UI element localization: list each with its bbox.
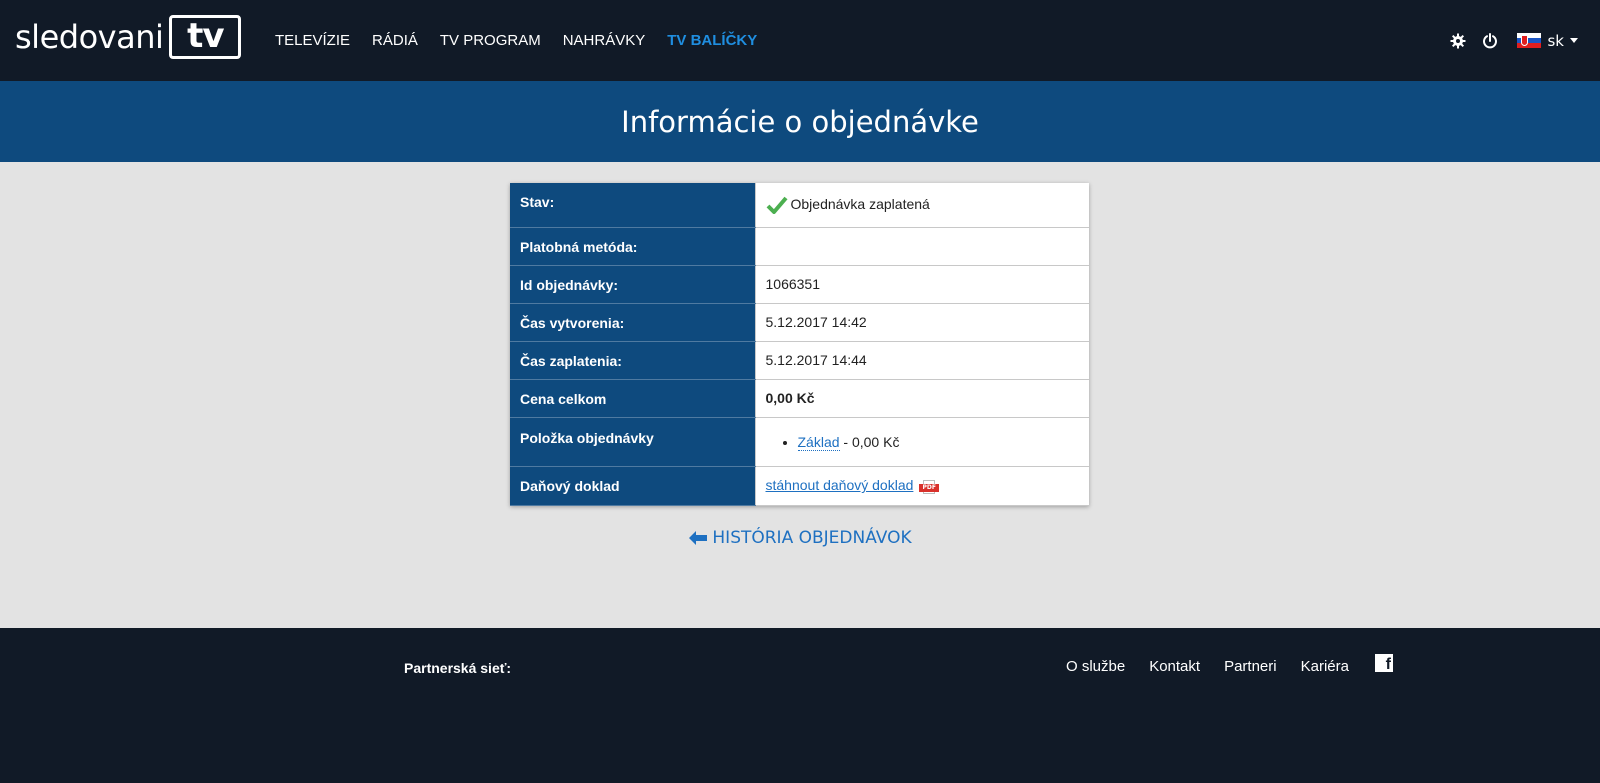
footer: Partnerská sieť: O službe Kontakt Partne… xyxy=(0,628,1600,783)
gear-icon[interactable] xyxy=(1443,26,1473,56)
footer-link-about[interactable]: O službe xyxy=(1066,658,1125,675)
row-value-order-id: 1066351 xyxy=(754,265,1089,304)
table-row: Daňový doklad stáhnout daňový doklad PDF xyxy=(510,466,1089,506)
footer-link-partners[interactable]: Partneri xyxy=(1224,658,1277,675)
facebook-icon[interactable]: f xyxy=(1374,653,1393,673)
table-row: Čas vytvorenia: 5.12.2017 14:42 xyxy=(510,303,1089,342)
nav-item-tv-program[interactable]: TV PROGRAM xyxy=(440,32,541,49)
footer-link-contact[interactable]: Kontakt xyxy=(1149,658,1200,675)
row-label-payment-method: Platobná metóda: xyxy=(510,227,755,266)
order-status: Objednávka zaplatená xyxy=(790,195,930,212)
back-link-container: HISTÓRIA OBJEDNÁVOK xyxy=(0,528,1600,550)
language-code: sk xyxy=(1547,31,1564,50)
arrow-left-icon xyxy=(689,531,708,545)
nav-item-tv-balicky[interactable]: TV BALÍČKY xyxy=(667,32,757,49)
table-row: Platobná metóda: xyxy=(510,227,1089,266)
language-selector[interactable]: sk xyxy=(1547,32,1578,50)
row-value-paid: 5.12.2017 14:44 xyxy=(754,341,1089,380)
row-label-created: Čas vytvorenia: xyxy=(510,303,755,342)
row-label-total: Cena celkom xyxy=(510,379,755,418)
order-items-list: Základ - 0,00 Kč xyxy=(766,433,1080,451)
page-title: Informácie o objednávke xyxy=(621,104,979,139)
row-value-total: 0,00 Kč xyxy=(754,379,1089,418)
row-label-paid: Čas zaplatenia: xyxy=(510,341,755,380)
order-history-label: HISTÓRIA OBJEDNÁVOK xyxy=(712,528,912,548)
chevron-down-icon xyxy=(1570,38,1578,43)
nav-item-nahravky[interactable]: NAHRÁVKY xyxy=(563,32,646,49)
nav-item-radia[interactable]: RÁDIÁ xyxy=(372,32,418,49)
row-label-order-item: Položka objednávky xyxy=(510,417,755,467)
order-item-price: - 0,00 Kč xyxy=(839,433,900,450)
title-band: Informácie o objednávke xyxy=(0,81,1600,162)
logo[interactable]: sledovani tv xyxy=(15,15,242,59)
main-nav: TELEVÍZIE RÁDIÁ TV PROGRAM NAHRÁVKY TV B… xyxy=(275,0,779,81)
checkmark-icon xyxy=(766,196,788,214)
partner-network-label: Partnerská sieť: xyxy=(404,660,512,676)
row-value-payment-method xyxy=(754,227,1089,266)
logo-text: sledovani xyxy=(15,18,164,56)
table-row: Položka objednávky Základ - 0,00 Kč xyxy=(510,417,1089,467)
power-icon[interactable] xyxy=(1475,26,1505,56)
slovak-flag-icon[interactable] xyxy=(1517,32,1542,49)
top-navbar: sledovani tv TELEVÍZIE RÁDIÁ TV PROGRAM … xyxy=(0,0,1600,81)
row-value-order-item: Základ - 0,00 Kč xyxy=(754,417,1089,467)
table-row: Čas zaplatenia: 5.12.2017 14:44 xyxy=(510,341,1089,380)
download-tax-document-link[interactable]: stáhnout daňový doklad xyxy=(766,477,914,493)
table-row: Cena celkom 0,00 Kč xyxy=(510,379,1089,418)
logo-tv-box: tv xyxy=(169,15,242,59)
order-info-table: Stav: Objednávka zaplatená Platobná metó… xyxy=(510,183,1089,506)
row-label-stav: Stav: xyxy=(510,183,755,228)
row-label-tax-document: Daňový doklad xyxy=(510,466,755,506)
top-right-controls: sk xyxy=(1441,0,1578,81)
row-value-tax-document: stáhnout daňový doklad PDF xyxy=(754,466,1089,506)
footer-links: O službe Kontakt Partneri Kariéra f xyxy=(1066,653,1393,675)
row-value-created: 5.12.2017 14:42 xyxy=(754,303,1089,342)
order-history-link[interactable]: HISTÓRIA OBJEDNÁVOK xyxy=(688,528,912,548)
footer-link-career[interactable]: Kariéra xyxy=(1301,658,1349,675)
row-value-stav: Objednávka zaplatená xyxy=(754,183,1089,228)
table-row: Stav: Objednávka zaplatená xyxy=(510,183,1089,228)
row-label-order-id: Id objednávky: xyxy=(510,265,755,304)
pdf-icon[interactable]: PDF xyxy=(919,479,940,494)
nav-item-televizie[interactable]: TELEVÍZIE xyxy=(275,32,350,49)
list-item: Základ - 0,00 Kč xyxy=(797,433,1080,451)
order-item-link[interactable]: Základ xyxy=(797,433,840,451)
table-row: Id objednávky: 1066351 xyxy=(510,265,1089,304)
